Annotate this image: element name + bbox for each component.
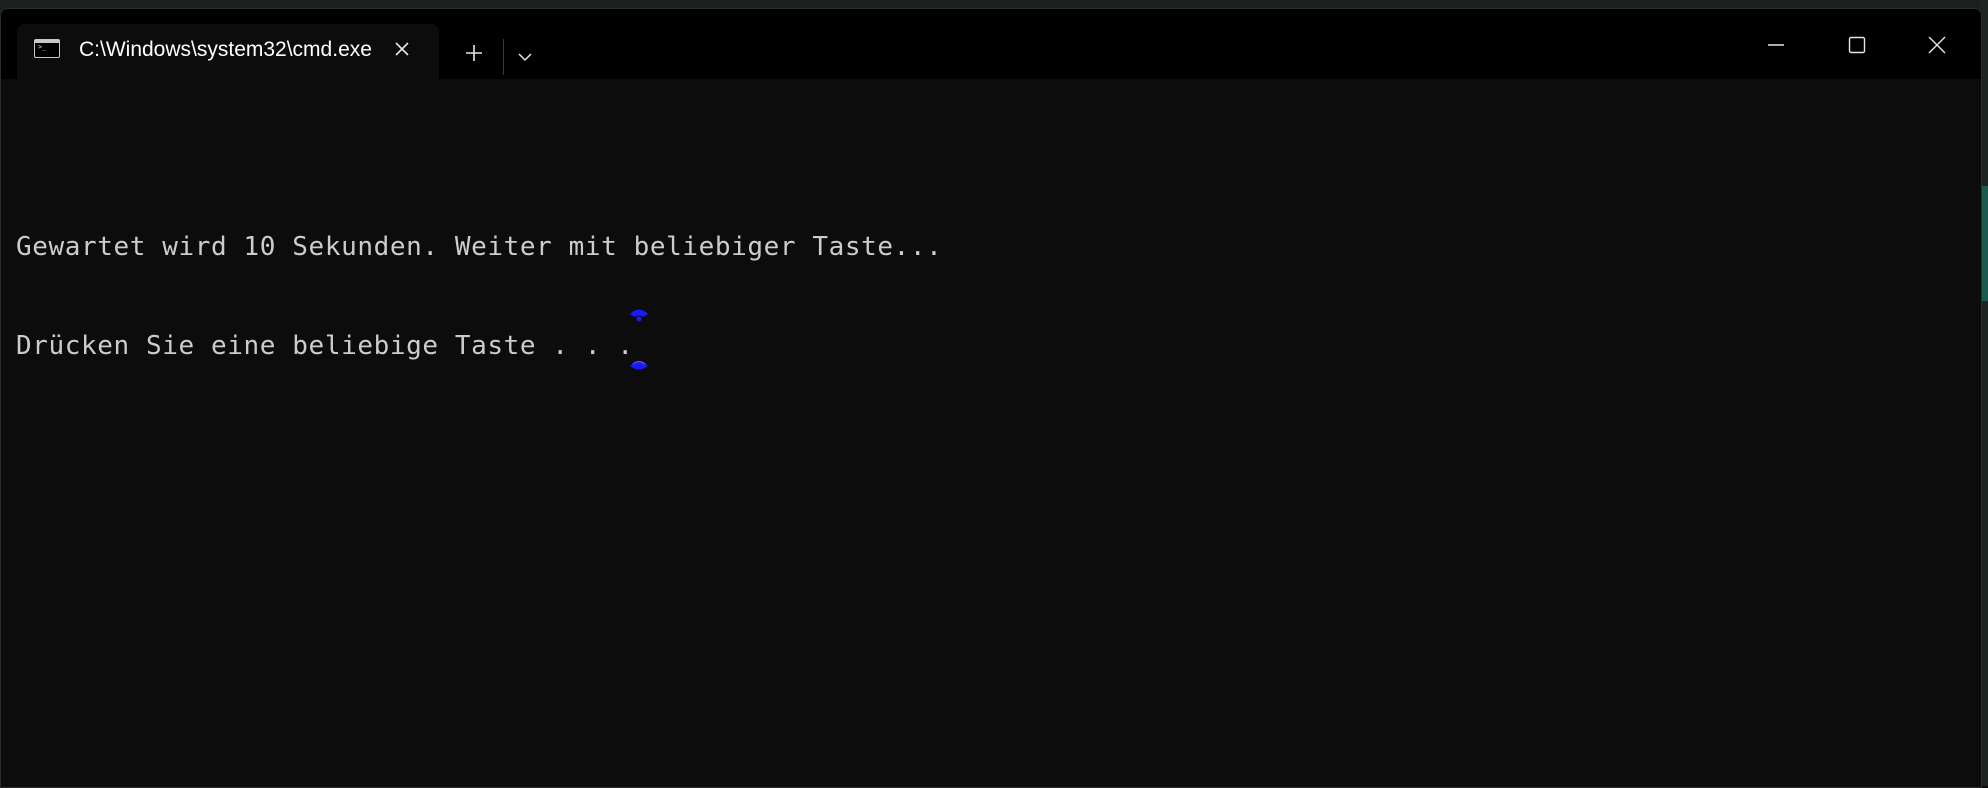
tab-separator bbox=[503, 39, 504, 75]
minimize-icon bbox=[1768, 44, 1784, 46]
chevron-down-icon bbox=[518, 53, 532, 62]
close-icon bbox=[395, 42, 409, 56]
window-close-button[interactable] bbox=[1907, 23, 1967, 67]
maximize-button[interactable] bbox=[1827, 23, 1887, 67]
minimize-button[interactable] bbox=[1746, 23, 1806, 67]
busy-cursor-icon bbox=[630, 361, 648, 370]
output-line: Gewartet wird 10 Sekunden. Weiter mit be… bbox=[16, 232, 943, 262]
title-bar[interactable]: >_ C:\Windows\system32\cmd.exe bbox=[1, 9, 1981, 79]
terminal-window: >_ C:\Windows\system32\cmd.exe Gewartet … bbox=[0, 8, 1982, 788]
output-line: Drücken Sie eine beliebige Taste . . . bbox=[16, 331, 634, 361]
new-tab-button[interactable] bbox=[456, 37, 492, 69]
tab-title: C:\Windows\system32\cmd.exe bbox=[79, 38, 372, 61]
close-icon bbox=[1928, 36, 1946, 54]
terminal-output[interactable]: Gewartet wird 10 Sekunden. Weiter mit be… bbox=[1, 79, 1981, 787]
tab-cmd[interactable]: >_ C:\Windows\system32\cmd.exe bbox=[17, 24, 439, 79]
busy-cursor-icon bbox=[630, 309, 648, 322]
tab-dropdown-button[interactable] bbox=[509, 39, 541, 75]
maximize-icon bbox=[1848, 36, 1866, 54]
tab-close-button[interactable] bbox=[387, 34, 417, 64]
plus-icon bbox=[466, 45, 482, 61]
cmd-icon: >_ bbox=[34, 39, 60, 58]
